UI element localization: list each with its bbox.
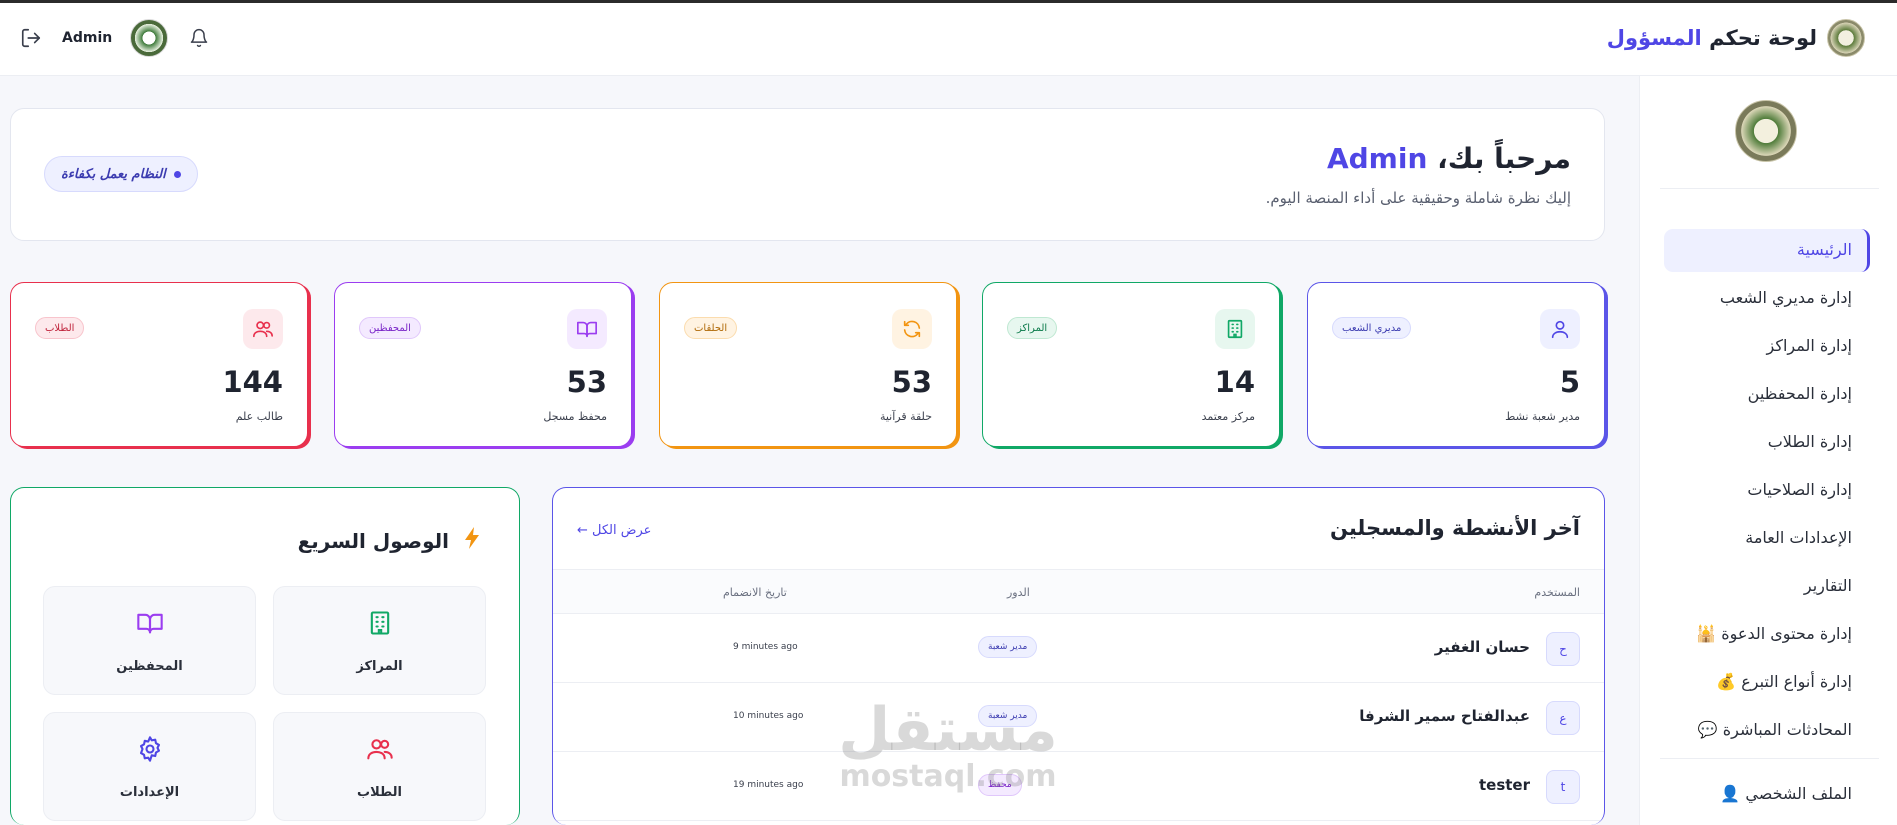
header-actions: Admin (18, 19, 212, 57)
book-icon (134, 607, 166, 639)
quick-item-label: المحفظين (116, 659, 183, 674)
sidebar-item-live-chats[interactable]: المحادثات المباشرة 💬 (1698, 720, 1852, 739)
sidebar-logo (1735, 100, 1797, 162)
stat-label: حلقة قرآنية (879, 410, 932, 423)
sidebar-item-centers[interactable]: إدارة المراكز (1767, 336, 1853, 355)
building-icon (1215, 309, 1255, 349)
sidebar-item-memorizers[interactable]: إدارة المحفظين (1748, 384, 1852, 403)
sidebar-item-permissions[interactable]: إدارة الصلاحيات (1747, 480, 1852, 499)
user-initial: ح (1546, 632, 1580, 666)
column-role: الدور (1007, 586, 1030, 599)
quick-item-label: المراكز (356, 659, 403, 674)
activity-title: آخر الأنشطة والمسجلين (1329, 516, 1580, 540)
user-name: حسان الغفير (1434, 638, 1530, 656)
stat-label: مدير شعبة نشط (1505, 410, 1580, 423)
stat-card-circles[interactable]: الحلقات 53 حلقة قرآنية (659, 282, 957, 447)
user-name: tester (1478, 776, 1530, 794)
stat-card-memorizers[interactable]: المحفظين 53 محفظ مسجل (334, 282, 632, 447)
admin-name[interactable]: Admin (62, 30, 112, 46)
welcome-card: مرحباً بك، Admin إليك نظرة شاملة وحقيقية… (10, 108, 1605, 241)
user-icon (1540, 309, 1580, 349)
stat-tag: مديري الشعب (1332, 317, 1412, 339)
building-icon (364, 607, 396, 639)
brand-title: لوحة تحكم المسؤول (1607, 26, 1817, 50)
welcome-greeting: مرحباً بك، (1437, 142, 1571, 175)
stat-label: مركز معتمد (1201, 410, 1255, 423)
sidebar-item-profile[interactable]: الملف الشخصي 👤 (1720, 784, 1852, 803)
top-header: لوحة تحكم المسؤول Admin (0, 3, 1897, 76)
quick-access-title: الوصول السريع (298, 526, 481, 555)
table-row[interactable]: ح حسان الغفير مدير شعبة 9 minutes ago (553, 614, 1604, 683)
lightning-icon (463, 526, 481, 555)
bell-icon[interactable] (186, 25, 212, 51)
sidebar-item-reports[interactable]: التقارير (1804, 576, 1852, 595)
watermark-arabic: مستقل (838, 695, 1058, 765)
table-header: المستخدم الدور تاريخ الانضمام (553, 569, 1604, 614)
sidebar-item-settings[interactable]: الإعدادات العامة (1745, 528, 1852, 547)
joined-time: 10 minutes ago (733, 711, 804, 721)
stat-card-centers[interactable]: المراكز 14 مركز معتمد (982, 282, 1280, 447)
sidebar-item-donation-types[interactable]: إدارة أنواع التبرع 💰 (1716, 672, 1852, 691)
quick-centers-button[interactable]: المراكز (273, 586, 486, 695)
sidebar-item-branch-managers[interactable]: إدارة مديري الشعب (1720, 288, 1852, 307)
quick-settings-button[interactable]: الإعدادات (43, 712, 256, 821)
stat-tag: الحلقات (684, 317, 738, 339)
quick-memorizers-button[interactable]: المحفظين (43, 586, 256, 695)
divider (1660, 188, 1879, 189)
refresh-icon (892, 309, 932, 349)
brand-accent: المسؤول (1606, 26, 1702, 50)
quick-item-label: الإعدادات (119, 785, 180, 800)
stat-value: 144 (222, 365, 283, 399)
stat-tag: المحفظين (359, 317, 421, 339)
recent-activity-card: آخر الأنشطة والمسجلين عرض الكل ← المستخد… (552, 487, 1605, 825)
quick-students-button[interactable]: الطلاب (273, 712, 486, 821)
sidebar-item-students[interactable]: إدارة الطلاب (1768, 432, 1852, 451)
user-initial: t (1546, 770, 1580, 804)
quick-item-label: الطلاب (357, 785, 402, 800)
user-name: عبدالفتاح سمير الشرفا (1359, 707, 1530, 725)
book-icon (567, 309, 607, 349)
quick-access-card: الوصول السريع المراكز المحفظين الطلاب ال… (10, 487, 520, 825)
sidebar-item-dawah-content[interactable]: إدارة محتوى الدعوة 🕌 (1696, 624, 1852, 643)
view-all-link[interactable]: عرض الكل ← (577, 523, 651, 538)
column-joined: تاريخ الانضمام (723, 586, 787, 599)
role-badge: مدير شعبة (978, 636, 1038, 658)
joined-time: 9 minutes ago (733, 642, 798, 652)
welcome-name: Admin (1326, 142, 1428, 175)
stat-value: 14 (1214, 365, 1255, 399)
joined-time: 19 minutes ago (733, 780, 804, 790)
table-row[interactable]: ع عبدالفتاح سمير الشرفا مدير شعبة 10 min… (553, 683, 1604, 752)
stat-value: 5 (1559, 365, 1580, 399)
stat-card-students[interactable]: الطلاب 144 طالب علم (10, 282, 308, 447)
column-user: المستخدم (1534, 586, 1580, 599)
system-status-badge: النظام يعمل بكفاءة (44, 156, 198, 192)
stat-value: 53 (566, 365, 607, 399)
user-initial: ع (1546, 701, 1580, 735)
brand-prefix: لوحة تحكم (1709, 26, 1817, 50)
gear-icon (134, 733, 166, 765)
stat-tag: المراكز (1007, 317, 1058, 339)
stat-label: محفظ مسجل (543, 410, 607, 423)
quick-access-label: الوصول السريع (297, 528, 449, 553)
stat-card-branch-managers[interactable]: مديري الشعب 5 مدير شعبة نشط (1307, 282, 1605, 447)
table-row[interactable]: t tester محفظ 19 minutes ago (553, 752, 1604, 821)
users-icon (243, 309, 283, 349)
users-icon (364, 733, 396, 765)
avatar[interactable] (130, 19, 169, 57)
stat-value: 53 (891, 365, 932, 399)
logout-icon[interactable] (18, 25, 44, 51)
sidebar: الرئيسية إدارة مديري الشعب إدارة المراكز… (1639, 76, 1897, 825)
brand-logo (1827, 19, 1865, 57)
stat-tag: الطلاب (35, 317, 85, 339)
status-dot (173, 170, 181, 178)
brand: لوحة تحكم المسؤول (1607, 19, 1865, 57)
divider (1660, 758, 1879, 759)
welcome-subtitle: إليك نظرة شاملة وحقيقية على أداء المنصة … (1265, 189, 1571, 207)
sidebar-item-home[interactable]: الرئيسية (1797, 240, 1852, 259)
watermark: مستقل mostaql.com (838, 700, 1058, 794)
welcome-title: مرحباً بك، Admin (1327, 142, 1571, 175)
watermark-english: mostaql.com (839, 759, 1057, 794)
status-text: النظام يعمل بكفاءة (61, 166, 166, 182)
stat-label: طالب علم (235, 410, 283, 423)
